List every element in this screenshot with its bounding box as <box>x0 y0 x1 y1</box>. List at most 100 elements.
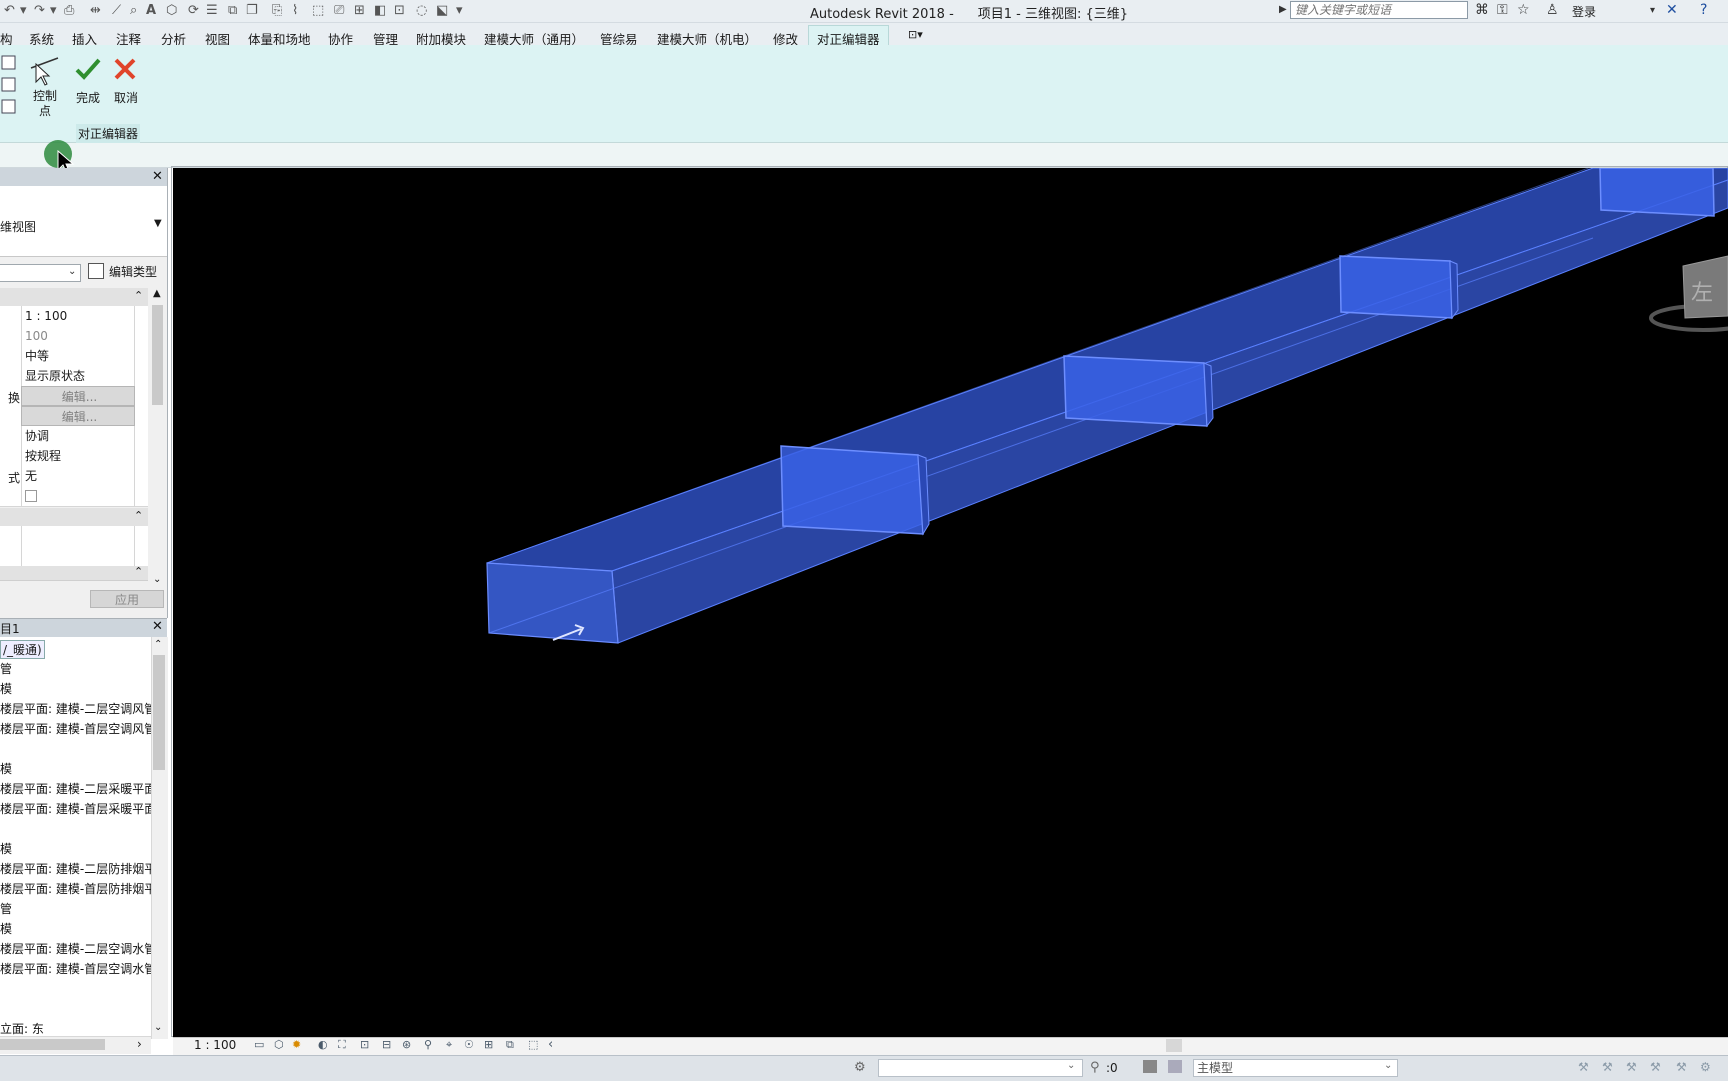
property-value[interactable]: 显示原状态 <box>21 366 135 386</box>
qa-tool-icon[interactable]: ⊞ <box>354 3 365 19</box>
property-row[interactable]: 换编辑... <box>0 386 148 407</box>
property-group-extents[interactable]: ⌃ <box>0 508 148 527</box>
help-icon[interactable]: ? <box>1700 2 1707 18</box>
apply-button[interactable]: 应用 <box>90 590 164 608</box>
reveal-hidden-icon[interactable]: ⚲ <box>424 1039 437 1051</box>
user-icon[interactable]: ♙ <box>1546 2 1559 18</box>
section-icon[interactable]: ⟳ <box>188 3 199 19</box>
worksharing-icon[interactable]: ☉ <box>464 1039 477 1051</box>
temp-hide-icon[interactable]: ⊛ <box>402 1039 415 1051</box>
qa-tool-icon[interactable]: ⌇ <box>292 3 298 19</box>
redo-dropdown-icon[interactable]: ▾ <box>50 3 57 19</box>
property-row[interactable]: 100 <box>0 326 148 347</box>
active-model-dropdown[interactable]: 主模型 <box>1193 1059 1398 1077</box>
scrollbar-thumb[interactable] <box>153 655 165 770</box>
detail-level-icon[interactable]: ▭ <box>254 1039 267 1051</box>
control-point-icon[interactable] <box>28 54 62 88</box>
property-row[interactable]: 编辑... <box>0 406 148 427</box>
close-hidden-icon[interactable]: ⧉ <box>228 3 237 19</box>
duct-flange[interactable] <box>1063 355 1208 427</box>
login-dropdown-icon[interactable]: ▾ <box>1650 5 1655 16</box>
property-row[interactable]: 1 : 100 <box>0 306 148 327</box>
edit-button[interactable]: 编辑... <box>21 406 135 426</box>
edit-button[interactable]: 编辑... <box>21 386 135 406</box>
tree-node[interactable]: 楼层平面: 建模-首层空调风管 <box>0 720 156 737</box>
qa-tool-icon[interactable]: ⊡ <box>394 3 405 19</box>
cancel-button[interactable]: 取消 <box>110 89 142 106</box>
thin-lines-icon[interactable]: ☰ <box>206 3 218 19</box>
ribbon-minimize-icon[interactable]: ⊡▾ <box>908 28 923 41</box>
scroll-up-icon[interactable]: ▲ <box>153 288 161 299</box>
property-row[interactable]: 中等 <box>0 346 148 367</box>
design-options-icon[interactable] <box>1143 1060 1157 1073</box>
finish-button[interactable]: 完成 <box>72 89 104 106</box>
tree-node[interactable]: 模 <box>0 920 12 937</box>
workset-dropdown[interactable] <box>878 1059 1083 1077</box>
scrollbar-thumb[interactable] <box>0 1039 105 1050</box>
visual-style-icon[interactable]: ⬡ <box>274 1039 287 1051</box>
qa-tool-icon[interactable]: ⎚ <box>334 3 344 19</box>
3d-view-icon[interactable]: ⬡ <box>166 3 177 19</box>
collapse-left-icon[interactable]: ‹ <box>548 1038 561 1051</box>
chevron-down-icon[interactable]: ⌄ <box>1384 1060 1392 1071</box>
unlock-view-icon[interactable]: ⊟ <box>382 1039 395 1051</box>
collapse-icon[interactable]: ⌃ <box>134 509 143 522</box>
tree-node[interactable]: 模 <box>0 760 12 777</box>
property-group-graphics[interactable]: ⌃ <box>0 288 148 307</box>
undo-icon[interactable]: ↶ <box>4 3 15 19</box>
property-value[interactable]: 协调 <box>21 426 135 446</box>
tree-node[interactable]: 楼层平面: 建模-二层防排烟平 <box>0 860 156 877</box>
filter-selection-icon[interactable]: ⚙ <box>1700 1060 1711 1074</box>
control-point-button[interactable]: 控制 点 <box>30 89 60 119</box>
analytical-model-icon[interactable]: ⬚ <box>528 1039 541 1051</box>
search-expand-icon[interactable]: ▶ <box>1279 4 1287 15</box>
crop-view-icon[interactable]: ⛶ <box>338 1039 351 1051</box>
view-scale[interactable]: 1 : 100 <box>194 1038 236 1052</box>
binoculars-icon[interactable]: ⌘ <box>1475 2 1489 18</box>
text-icon[interactable]: A <box>146 3 156 19</box>
chevron-down-icon[interactable]: ▼ <box>154 218 162 229</box>
select-by-face-icon[interactable]: ⚒ <box>1650 1060 1661 1074</box>
tree-node[interactable]: 楼层平面: 建模-二层空调水管 <box>0 940 156 957</box>
filter-icon[interactable]: ⚲ <box>1090 1060 1100 1075</box>
subscription-icon[interactable]: ⚿ <box>1497 2 1508 18</box>
collapse-icon[interactable]: ⌃ <box>134 289 143 302</box>
select-pinned-icon[interactable]: ⚒ <box>1626 1060 1637 1074</box>
highlight-displacement-icon[interactable]: ⊞ <box>484 1039 497 1051</box>
property-row[interactable]: 式无 <box>0 466 148 487</box>
tag-icon[interactable]: ⌕ <box>130 3 137 19</box>
property-row[interactable]: 按规程 <box>0 446 148 467</box>
reveal-constraints-icon[interactable]: ⧉ <box>506 1039 519 1051</box>
scroll-down-icon[interactable]: ⌄ <box>153 574 161 585</box>
property-row[interactable] <box>0 546 148 567</box>
favorites-star-icon[interactable]: ☆ <box>1517 2 1530 18</box>
cancel-x-icon[interactable] <box>112 56 138 82</box>
qa-tool-icon[interactable]: ⬚ <box>312 3 324 19</box>
scroll-right-icon[interactable]: › <box>137 1037 142 1051</box>
measure-icon[interactable]: ⇹ <box>90 3 101 19</box>
duct-end-face[interactable] <box>486 562 619 644</box>
chevron-down-icon[interactable]: ⌄ <box>68 266 76 277</box>
worksets-icon[interactable]: ⚙ <box>854 1060 866 1075</box>
property-row[interactable]: 协调 <box>0 426 148 447</box>
redo-icon[interactable]: ↷ <box>34 3 45 19</box>
tree-node[interactable]: 楼层平面: 建模-首层防排烟平 <box>0 880 156 897</box>
shadows-icon[interactable]: ◐ <box>318 1039 331 1051</box>
collapse-icon[interactable]: ⌃ <box>134 565 143 578</box>
temp-view-props-icon[interactable]: ⌖ <box>446 1039 459 1051</box>
customize-qa-icon[interactable]: ▾ <box>456 3 463 19</box>
property-value[interactable]: 按规程 <box>21 446 135 466</box>
finish-check-icon[interactable] <box>74 56 102 82</box>
tree-node[interactable]: 模 <box>0 840 12 857</box>
tree-node[interactable]: 管 <box>0 660 12 677</box>
tree-node[interactable]: 管 <box>0 900 12 917</box>
undo-dropdown-icon[interactable]: ▾ <box>20 3 27 19</box>
duct-flange[interactable] <box>1339 255 1453 319</box>
3d-viewport[interactable]: 左 <box>173 168 1728 1037</box>
checkbox[interactable] <box>25 490 37 502</box>
property-value[interactable] <box>21 486 135 506</box>
property-value[interactable] <box>21 546 135 566</box>
property-group-collapsed[interactable]: ⌃ <box>0 565 148 581</box>
qa-tool-icon[interactable]: ⬕ <box>436 3 448 19</box>
align-options-icon[interactable] <box>0 54 18 118</box>
